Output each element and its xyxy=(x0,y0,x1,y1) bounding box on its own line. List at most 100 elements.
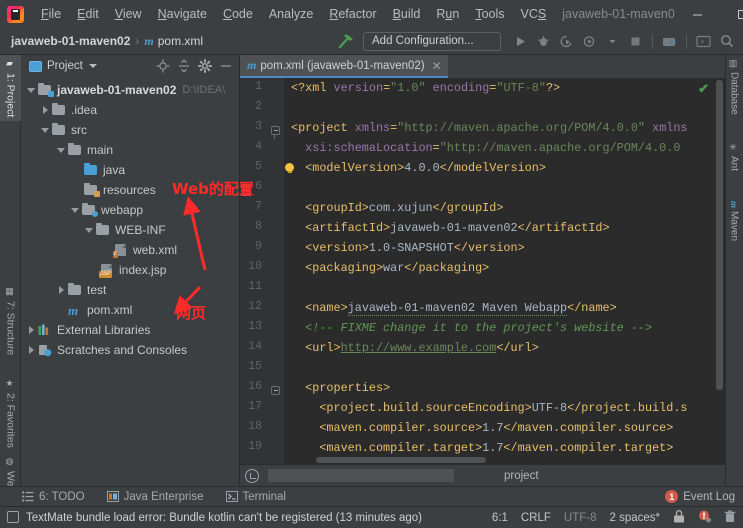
project-structure-button[interactable] xyxy=(659,31,680,52)
breadcrumb-nav-icon[interactable] xyxy=(245,468,259,483)
tree-node-java[interactable]: java xyxy=(21,160,239,180)
run-button[interactable] xyxy=(510,31,531,52)
tree-node-label: index.jsp xyxy=(119,263,167,277)
tree-node-main[interactable]: main xyxy=(21,140,239,160)
inspection-status-icon[interactable]: ✔ xyxy=(698,81,709,97)
tree-node-project-root[interactable]: javaweb-01-maven02 D:\IDEA\ xyxy=(21,80,239,100)
build-hammer-icon[interactable] xyxy=(335,31,355,51)
breadcrumb-file[interactable]: m pom.xml xyxy=(141,33,206,50)
breadcrumb-project[interactable]: javaweb-01-maven02 xyxy=(8,33,133,49)
run-with-coverage-button[interactable] xyxy=(556,31,577,52)
menu-item-tools[interactable]: Tools xyxy=(467,4,512,24)
settings-gear-icon[interactable] xyxy=(195,56,215,76)
sidebar-item-database[interactable]: ▥ Database xyxy=(725,55,743,119)
menu-item-view[interactable]: View xyxy=(107,4,150,24)
chevron-down-icon[interactable] xyxy=(69,207,81,213)
menu-item-vcs[interactable]: VCS xyxy=(513,4,555,24)
editor-horizontal-scrollbar[interactable] xyxy=(284,456,713,464)
fold-marker-properties[interactable] xyxy=(270,385,281,396)
menu-item-navigate[interactable]: Navigate xyxy=(150,4,215,24)
chevron-down-icon[interactable] xyxy=(39,127,51,133)
tree-node-web-xml[interactable]: c web.xml xyxy=(21,240,239,260)
minimize-button[interactable] xyxy=(675,0,720,28)
search-everywhere-icon[interactable] xyxy=(716,31,737,52)
tree-node-scratches[interactable]: Scratches and Consoles xyxy=(21,340,239,360)
tree-node-web-inf[interactable]: WEB-INF xyxy=(21,220,239,240)
chevron-down-icon[interactable] xyxy=(602,31,623,52)
notification-icon[interactable] xyxy=(7,511,19,523)
bottom-tab-java-enterprise[interactable]: Java Enterprise xyxy=(106,491,204,503)
chevron-right-icon[interactable] xyxy=(25,326,37,334)
fold-marker-project[interactable] xyxy=(270,125,281,139)
sidebar-item-ant[interactable]: ✳ Ant xyxy=(725,139,743,175)
menu-item-run[interactable]: Run xyxy=(428,4,467,24)
source-folder-icon xyxy=(83,163,99,177)
menu-item-analyze[interactable]: Analyze xyxy=(261,4,321,24)
chevron-down-icon[interactable] xyxy=(88,64,97,68)
editor-vertical-scrollbar[interactable] xyxy=(713,78,725,464)
line-number: 11 xyxy=(248,280,262,293)
editor-gutter[interactable]: 1 2 3 4 5 6 7 8 9 10 11 12 13 14 15 16 1… xyxy=(240,78,284,464)
resource-folder-icon xyxy=(83,183,100,197)
encoding-widget[interactable]: UTF-8 xyxy=(564,512,597,524)
tree-node-pom-xml[interactable]: m pom.xml xyxy=(21,300,239,320)
web-folder-icon xyxy=(81,203,98,217)
tree-node-external-libraries[interactable]: External Libraries xyxy=(21,320,239,340)
tree-node-test[interactable]: test xyxy=(21,280,239,300)
sidebar-item-structure[interactable]: ▦ 7: Structure xyxy=(0,283,21,359)
lock-icon[interactable] xyxy=(673,509,685,526)
code-editor[interactable]: 1 2 3 4 5 6 7 8 9 10 11 12 13 14 15 16 1… xyxy=(240,78,725,464)
chevron-down-icon[interactable] xyxy=(25,87,37,93)
menu-item-code[interactable]: Code xyxy=(215,4,261,24)
chevron-right-icon[interactable] xyxy=(55,286,67,294)
chevron-down-icon[interactable] xyxy=(55,147,67,153)
editor-tab-bar: m pom.xml (javaweb-01-maven02) ✕ xyxy=(240,55,725,78)
menu-item-build[interactable]: Build xyxy=(385,4,429,24)
tree-node-src[interactable]: src xyxy=(21,120,239,140)
menu-item-file[interactable]: File xyxy=(33,4,69,24)
caret-position-widget[interactable]: 6:1 xyxy=(492,512,508,524)
intention-bulb-icon[interactable] xyxy=(285,163,294,173)
line-number: 10 xyxy=(248,260,262,273)
editor-breadcrumb-bar: project xyxy=(240,464,725,486)
event-log-button[interactable]: 1 Event Log xyxy=(665,490,743,503)
terminal-button[interactable] xyxy=(693,31,714,52)
maximize-button[interactable] xyxy=(720,0,743,28)
tree-node-webapp[interactable]: webapp xyxy=(21,200,239,220)
stop-button[interactable] xyxy=(625,31,646,52)
editor-tab-pom-xml[interactable]: m pom.xml (javaweb-01-maven02) ✕ xyxy=(240,55,448,78)
debug-button[interactable] xyxy=(533,31,554,52)
error-notification-icon[interactable] xyxy=(698,510,711,526)
breadcrumb-element[interactable]: project xyxy=(504,470,539,482)
menu-item-edit[interactable]: Edit xyxy=(69,4,107,24)
collapse-all-icon[interactable] xyxy=(174,56,194,76)
hide-panel-icon[interactable] xyxy=(216,56,236,76)
locate-icon[interactable] xyxy=(153,56,173,76)
tree-node-idea[interactable]: .idea xyxy=(21,100,239,120)
indent-widget[interactable]: 2 spaces* xyxy=(609,512,660,524)
code-line-4: xsi:schemaLocation="http://maven.apache.… xyxy=(305,141,681,155)
sidebar-item-maven[interactable]: m Maven xyxy=(725,197,743,245)
scrollbar-thumb-horizontal[interactable] xyxy=(316,457,486,463)
left-tool-window-stripe: ▰ 1: Project ▦ 7: Structure ★ 2: Favorit… xyxy=(0,55,21,492)
line-separator-widget[interactable]: CRLF xyxy=(521,512,551,524)
code-line-18: <maven.compiler.source>1.7</maven.compil… xyxy=(319,421,674,435)
profile-button[interactable] xyxy=(579,31,600,52)
sidebar-item-favorites[interactable]: ★ 2: Favorites xyxy=(0,375,21,452)
scrollbar-thumb[interactable] xyxy=(716,80,723,390)
chevron-down-icon[interactable] xyxy=(83,227,95,233)
menu-item-refactor[interactable]: Refactor xyxy=(321,4,384,24)
code-content[interactable]: <?xml version="1.0" encoding="UTF-8"?> <… xyxy=(284,78,725,464)
tree-node-index-jsp[interactable]: JSP index.jsp xyxy=(21,260,239,280)
status-message[interactable]: TextMate bundle load error: Bundle kotli… xyxy=(26,512,422,524)
sidebar-item-project[interactable]: ▰ 1: Project xyxy=(0,55,21,122)
trash-icon[interactable] xyxy=(724,509,736,526)
bottom-tab-todo[interactable]: 6: TODO xyxy=(22,491,85,503)
chevron-right-icon[interactable] xyxy=(25,346,37,354)
bottom-tab-terminal[interactable]: Terminal xyxy=(225,491,286,503)
event-log-badge: 1 xyxy=(665,490,679,503)
close-icon[interactable]: ✕ xyxy=(432,59,442,73)
chevron-right-icon[interactable] xyxy=(39,106,51,114)
run-configuration-selector[interactable]: Add Configuration... xyxy=(363,31,501,51)
breadcrumb-scroll-segment[interactable] xyxy=(268,469,454,482)
